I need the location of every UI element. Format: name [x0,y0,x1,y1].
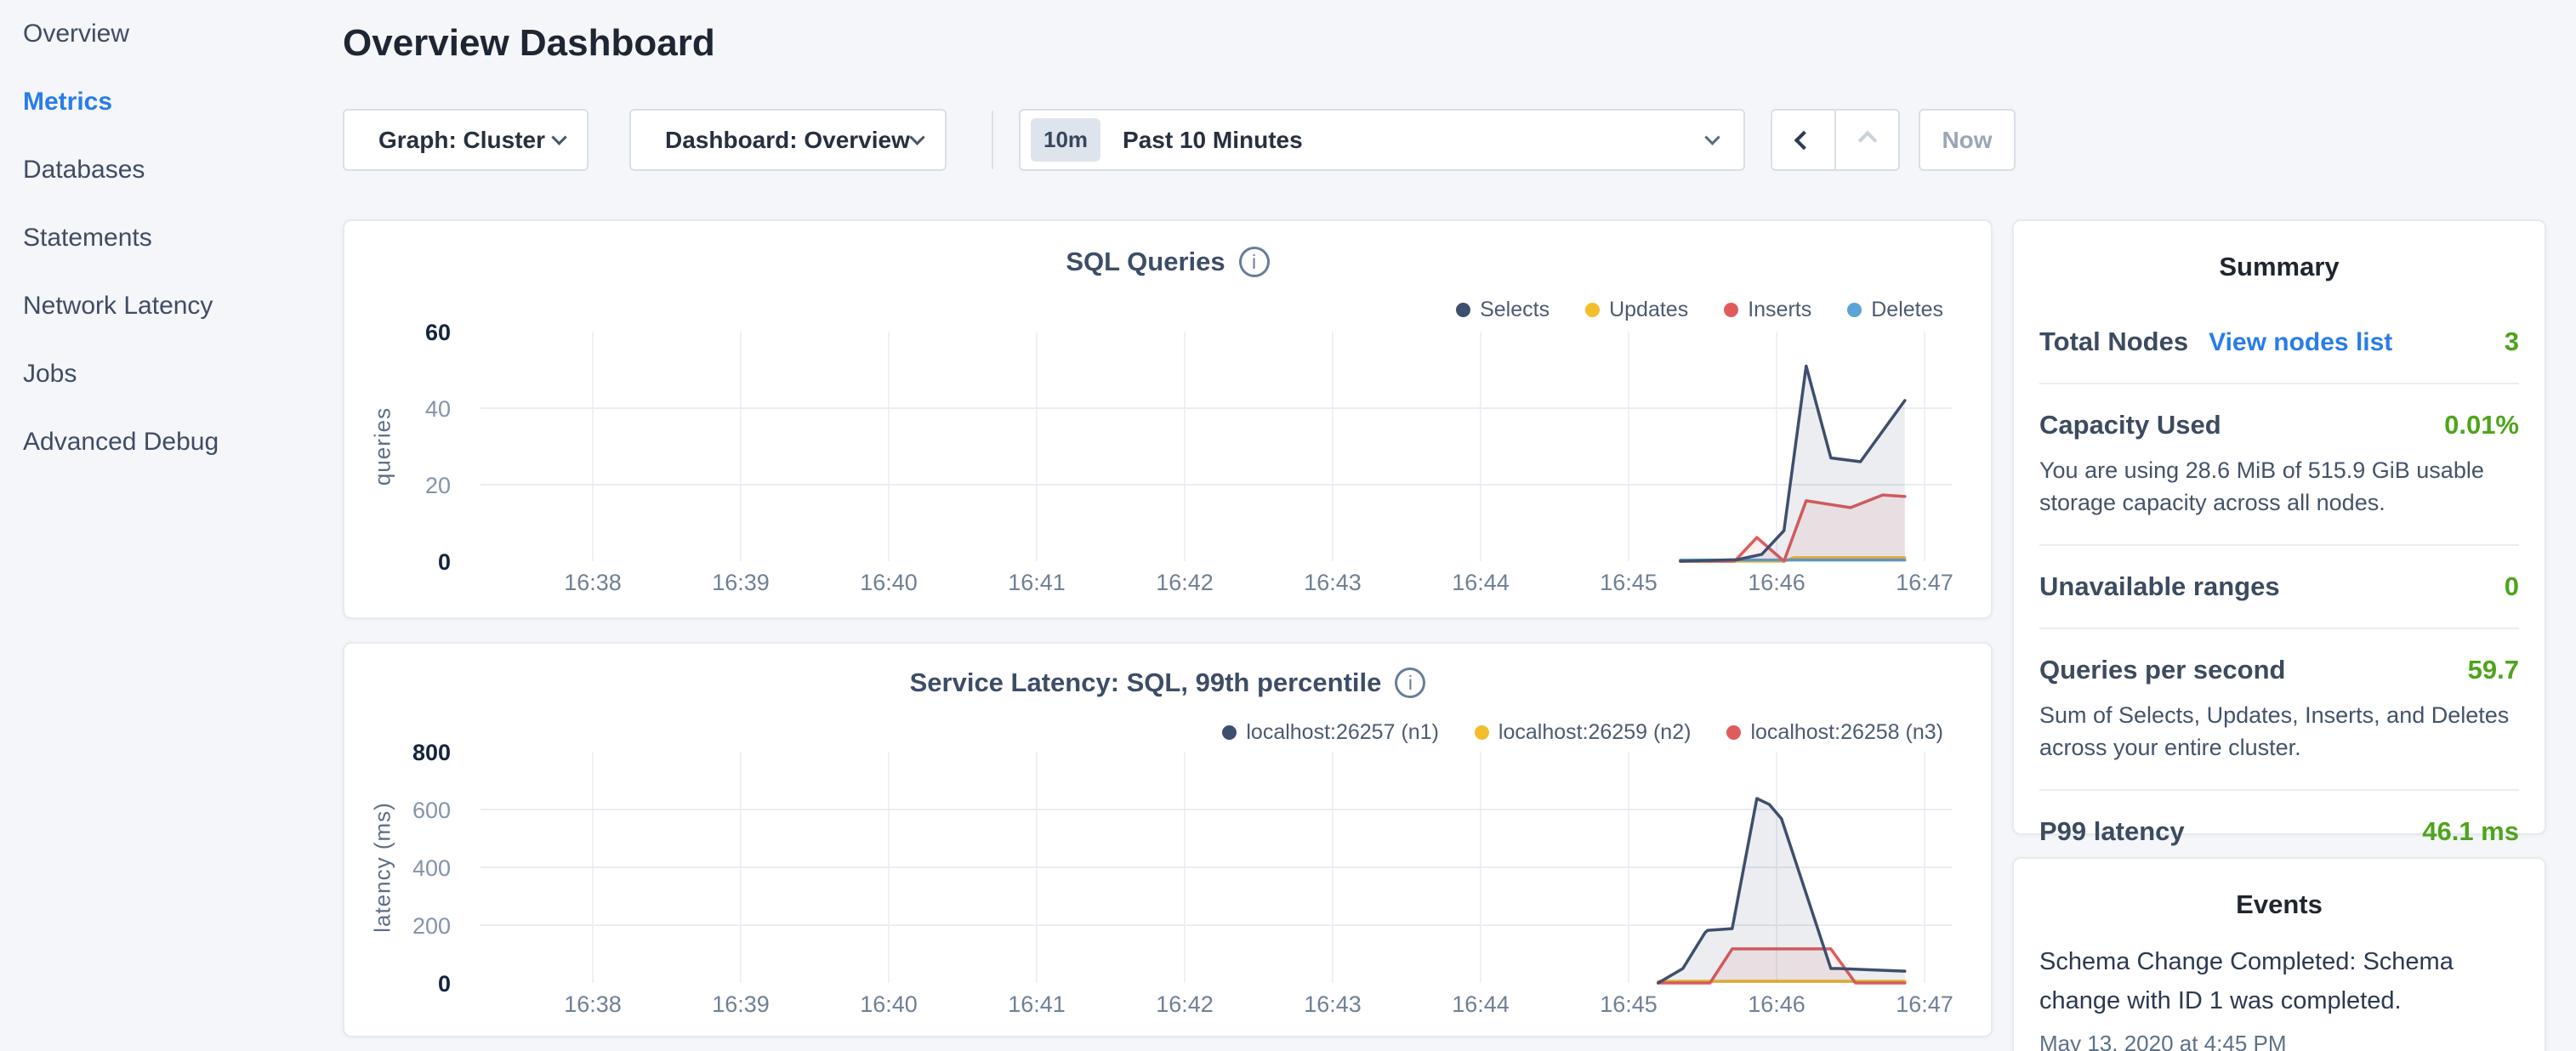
event-timestamp: May 13, 2020 at 4:45 PM [2039,1031,2519,1051]
sidebar-item-label: Overview [23,20,129,48]
svg-text:20: 20 [425,473,451,498]
svg-text:200: 200 [412,913,451,939]
summary-row-label: P99 latency [2039,816,2185,847]
svg-text:0: 0 [438,971,451,997]
summary-panel: Summary Total Nodes View nodes list 3 Ca… [2012,219,2546,835]
svg-text:60: 60 [425,320,451,345]
svg-text:16:42: 16:42 [1156,570,1214,595]
time-step-forward-button[interactable] [1834,111,1898,169]
sidebar-item-metrics[interactable]: Metrics [0,68,340,136]
summary-row-queries-per-second: Queries per second 59.7 Sum of Selects, … [2039,628,2519,789]
svg-text:800: 800 [412,740,451,765]
svg-text:16:43: 16:43 [1304,991,1362,1017]
svg-text:16:41: 16:41 [1008,570,1066,595]
summary-row-label: Queries per second [2039,655,2285,685]
time-window-label: Past 10 Minutes [1123,127,1707,154]
chevron-down-icon [551,129,566,145]
summary-title: Summary [2014,221,2545,282]
sidebar-item-statements[interactable]: Statements [0,204,340,272]
svg-text:16:46: 16:46 [1748,991,1805,1017]
sidebar-item-label: Network Latency [23,292,213,321]
time-step-back-button[interactable] [1772,111,1834,169]
service-latency-chart-panel: Service Latency: SQL, 99th percentile i … [343,642,1993,1037]
sql-queries-chart: 16:38 16:39 16:40 16:41 16:42 16:43 16:44 16:45… [344,221,1991,617]
now-button-label: Now [1942,127,1992,154]
summary-row-value: 46.1 ms [2422,816,2519,847]
svg-text:16:45: 16:45 [1600,991,1658,1017]
summary-row-total-nodes: Total Nodes View nodes list 3 [2039,301,2519,383]
chevron-right-icon [1857,130,1877,150]
svg-text:16:44: 16:44 [1452,991,1510,1017]
svg-text:16:43: 16:43 [1304,570,1362,595]
sidebar-item-label: Advanced Debug [23,428,219,457]
svg-text:16:40: 16:40 [860,570,918,595]
sidebar-item-label: Metrics [23,88,112,116]
sql-queries-chart-panel: SQL Queries i Selects Updates Inserts De… [343,219,1993,619]
svg-text:16:38: 16:38 [564,570,622,595]
sidebar-item-network-latency[interactable]: Network Latency [0,272,340,340]
svg-text:16:46: 16:46 [1748,570,1805,595]
graph-scope-dropdown-label: Graph: Cluster [378,127,545,154]
sidebar-item-jobs[interactable]: Jobs [0,340,340,408]
chevron-left-icon [1794,130,1813,150]
summary-row-value: 59.7 [2468,655,2519,685]
svg-text:0: 0 [438,549,451,575]
summary-row-unavailable-ranges: Unavailable ranges 0 [2039,544,2519,628]
sidebar-item-label: Databases [23,156,145,185]
summary-row-label: Unavailable ranges [2039,571,2280,602]
now-button[interactable]: Now [1919,109,2016,171]
svg-text:16:45: 16:45 [1600,570,1658,595]
time-step-buttons [1771,109,1900,171]
svg-text:16:38: 16:38 [564,991,622,1017]
sidebar-item-label: Statements [23,224,152,253]
svg-text:16:39: 16:39 [712,991,770,1017]
graph-scope-dropdown[interactable]: Graph: Cluster [343,109,589,171]
summary-row-subtext: You are using 28.6 MiB of 515.9 GiB usab… [2039,454,2519,519]
svg-text:400: 400 [412,855,451,881]
svg-text:16:47: 16:47 [1896,991,1953,1017]
chevron-down-icon [909,129,924,145]
svg-text:600: 600 [412,798,451,823]
page-title: Overview Dashboard [343,22,715,65]
svg-text:16:44: 16:44 [1452,570,1510,595]
summary-row-value: 0.01% [2444,410,2519,440]
sidebar-item-overview[interactable]: Overview [0,0,340,68]
summary-row-label: Capacity Used [2039,410,2221,440]
svg-text:40: 40 [425,396,451,422]
svg-text:16:42: 16:42 [1156,991,1214,1017]
service-latency-chart: 16:38 16:39 16:40 16:41 16:42 16:43 16:44 16:45… [344,644,1991,1036]
chevron-down-icon [1704,129,1720,145]
time-window-dropdown[interactable]: 10m Past 10 Minutes [1019,109,1745,171]
summary-row-value: 0 [2505,571,2519,602]
controls-divider [992,111,993,169]
svg-text:16:41: 16:41 [1008,991,1066,1017]
svg-text:16:40: 16:40 [860,991,918,1017]
view-nodes-list-link[interactable]: View nodes list [2209,328,2392,357]
summary-body: Total Nodes View nodes list 3 Capacity U… [2014,282,2545,872]
sidebar-item-label: Jobs [23,360,77,389]
events-title: Events [2014,859,2545,920]
time-window-badge: 10m [1031,118,1100,162]
events-panel: Events Schema Change Completed: Schema c… [2012,857,2546,1051]
event-text: Schema Change Completed: Schema change w… [2039,942,2519,1020]
summary-row-value: 3 [2505,327,2519,357]
event-list-item[interactable]: Schema Change Completed: Schema change w… [2014,920,2545,1051]
sidebar: Overview Metrics Databases Statements Ne… [0,0,340,1051]
dashboard-dropdown-label: Dashboard: Overview [665,127,910,154]
svg-text:16:47: 16:47 [1896,570,1953,595]
summary-row-subtext: Sum of Selects, Updates, Inserts, and De… [2039,699,2519,764]
summary-row-capacity-used: Capacity Used 0.01% You are using 28.6 M… [2039,383,2519,544]
dashboard-dropdown[interactable]: Dashboard: Overview [629,109,947,171]
svg-text:16:39: 16:39 [712,570,770,595]
sidebar-item-databases[interactable]: Databases [0,136,340,204]
sidebar-item-advanced-debug[interactable]: Advanced Debug [0,408,340,476]
summary-row-label: Total Nodes [2039,327,2188,357]
